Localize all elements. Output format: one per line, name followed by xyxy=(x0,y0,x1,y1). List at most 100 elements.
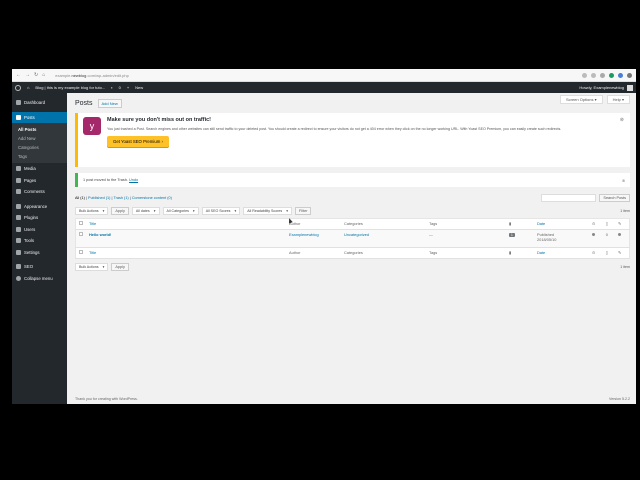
chevron-down-icon: ▾ xyxy=(102,208,105,213)
dismiss-icon[interactable]: ⊗ xyxy=(622,178,625,183)
browser-toolbar: ← → ↻ ⌂ example.newblog.com/wp-admin/edi… xyxy=(12,69,636,82)
sidebar-item-label: Media xyxy=(24,166,36,172)
title-column-header[interactable]: Title xyxy=(86,219,286,230)
search-posts-button[interactable]: Search Posts xyxy=(599,194,630,202)
extension-icon[interactable] xyxy=(600,72,605,78)
dismiss-icon[interactable]: ⊗ xyxy=(620,117,624,123)
post-category[interactable]: Uncategorized xyxy=(344,232,369,237)
page-title: Posts xyxy=(75,99,93,107)
help-button[interactable]: Help ▾ xyxy=(606,95,630,104)
seo-column-icon[interactable]: ⊙ xyxy=(589,219,603,230)
menu-icon[interactable] xyxy=(627,72,632,78)
readability-column-icon[interactable]: ✎ xyxy=(615,248,630,259)
submenu-tags[interactable]: Tags xyxy=(12,152,67,161)
author-column-header: Author xyxy=(289,221,301,226)
dates-select[interactable]: All dates ▾ xyxy=(131,206,160,215)
collapse-icon xyxy=(16,275,21,281)
get-premium-button[interactable]: Get Yoast SEO Premium › xyxy=(107,136,169,147)
filter-trash[interactable]: Trash (1) xyxy=(113,196,128,200)
date-column-footer[interactable]: Date xyxy=(534,248,589,259)
select-all-checkbox[interactable] xyxy=(79,221,83,225)
filter-all[interactable]: All (1) xyxy=(75,196,85,200)
url-prefix: example. xyxy=(55,72,72,78)
account-menu[interactable]: Howdy, Examplenewblog xyxy=(579,84,633,91)
comments-count[interactable]: 0 xyxy=(119,85,121,90)
sidebar-item-dashboard[interactable]: Dashboard xyxy=(12,97,67,109)
url-domain: newblog xyxy=(71,72,87,78)
post-title-link[interactable]: Hello world! xyxy=(89,232,111,237)
footer-version: Version 5.2.2 xyxy=(609,397,630,401)
sidebar-item-media[interactable]: Media xyxy=(12,163,67,175)
seo-scores-select[interactable]: All SEO Scores ▾ xyxy=(201,206,241,215)
extension-icon[interactable] xyxy=(591,72,596,78)
yoast-notice: y Make sure you don't miss out on traffi… xyxy=(75,113,630,167)
new-menu[interactable]: New xyxy=(135,85,143,90)
wordpress-logo-icon[interactable] xyxy=(15,84,21,91)
collapse-menu[interactable]: Collapse menu xyxy=(12,273,67,285)
submenu-all-posts[interactable]: All Posts xyxy=(12,125,67,134)
apply-button[interactable]: Apply xyxy=(111,206,129,215)
extensions xyxy=(582,72,632,78)
dashboard-icon xyxy=(16,100,21,106)
date-column-header[interactable]: Date xyxy=(534,219,589,230)
links-count: 0 xyxy=(605,232,608,237)
filter-published[interactable]: Published (1) xyxy=(88,196,110,200)
home-icon: ⌂ xyxy=(27,85,30,90)
sidebar-item-label: Settings xyxy=(24,249,40,255)
search-box: Search Posts xyxy=(541,194,630,202)
address-bar[interactable]: example.newblog.com/wp-admin/edit.php xyxy=(55,73,578,78)
seo-column-icon[interactable]: ⊙ xyxy=(589,248,603,259)
comments-icon[interactable]: ▪ xyxy=(111,85,112,90)
sidebar-item-appearance[interactable]: Appearance xyxy=(12,201,67,213)
select-all-checkbox[interactable] xyxy=(79,250,83,254)
sidebar-item-comments[interactable]: Comments xyxy=(12,186,67,198)
extension-icon[interactable] xyxy=(618,72,623,78)
sidebar-item-label: Users xyxy=(24,226,36,232)
readability-select[interactable]: All Readability Scores ▾ xyxy=(243,206,293,215)
categories-column-footer: Categories xyxy=(344,250,363,255)
bulk-actions-select[interactable]: Bulk Actions ▾ xyxy=(75,206,109,215)
links-column-icon[interactable]: ▯ xyxy=(603,219,615,230)
sidebar-item-settings[interactable]: Settings xyxy=(12,247,67,259)
title-column-footer[interactable]: Title xyxy=(86,248,286,259)
yoast-icon xyxy=(16,264,21,270)
reload-icon[interactable]: ↻ xyxy=(34,72,38,78)
avatar xyxy=(627,84,633,91)
site-name[interactable]: Blog | this is my example blog for tuto.… xyxy=(35,85,105,90)
search-input[interactable] xyxy=(541,194,597,202)
bulk-actions-select-bottom[interactable]: Bulk Actions ▾ xyxy=(75,262,109,271)
posts-table: Title Author Categories Tags ▮ Date ⊙ ▯ … xyxy=(75,218,630,259)
comment-icon xyxy=(16,189,21,195)
chevron-down-icon: ▾ xyxy=(234,208,237,213)
sidebar-item-pages[interactable]: Pages xyxy=(12,175,67,187)
back-icon[interactable]: ← xyxy=(16,72,21,78)
forward-icon[interactable]: → xyxy=(25,72,30,78)
comments-column-icon[interactable]: ▮ xyxy=(506,219,534,230)
sidebar-item-plugins[interactable]: Plugins xyxy=(12,212,67,224)
comments-column-icon[interactable]: ▮ xyxy=(506,248,534,259)
add-new-button[interactable]: Add New xyxy=(97,98,122,108)
home-icon[interactable]: ⌂ xyxy=(42,72,45,78)
comment-count-badge[interactable]: 1 xyxy=(509,233,515,237)
sidebar-item-posts[interactable]: Posts xyxy=(12,111,67,123)
row-checkbox[interactable] xyxy=(79,232,83,236)
filter-cornerstone[interactable]: Cornerstone content (0) xyxy=(132,196,172,200)
submenu-add-new[interactable]: Add New xyxy=(12,134,67,143)
sidebar-item-users[interactable]: Users xyxy=(12,224,67,236)
yoast-logo-icon: y xyxy=(83,117,101,135)
apply-button-bottom[interactable]: Apply xyxy=(111,262,129,271)
readability-column-icon[interactable]: ✎ xyxy=(615,219,630,230)
sidebar-item-seo[interactable]: SEO xyxy=(12,261,67,273)
extension-icon[interactable] xyxy=(609,72,614,78)
extension-icon[interactable] xyxy=(582,72,587,78)
categories-select[interactable]: All Categories ▾ xyxy=(162,206,199,215)
filter-button[interactable]: Filter xyxy=(295,206,312,215)
wp-admin-bar: ⌂ Blog | this is my example blog for tut… xyxy=(12,82,636,93)
submenu-categories[interactable]: Categories xyxy=(12,143,67,152)
screen-options-button[interactable]: Screen Options ▾ xyxy=(559,95,603,104)
post-author[interactable]: Examplenewblog xyxy=(289,232,319,237)
undo-link[interactable]: Undo xyxy=(129,178,138,182)
links-column-icon[interactable]: ▯ xyxy=(603,248,615,259)
sidebar-item-tools[interactable]: Tools xyxy=(12,235,67,247)
post-date: 2018/05/10 xyxy=(537,237,557,242)
